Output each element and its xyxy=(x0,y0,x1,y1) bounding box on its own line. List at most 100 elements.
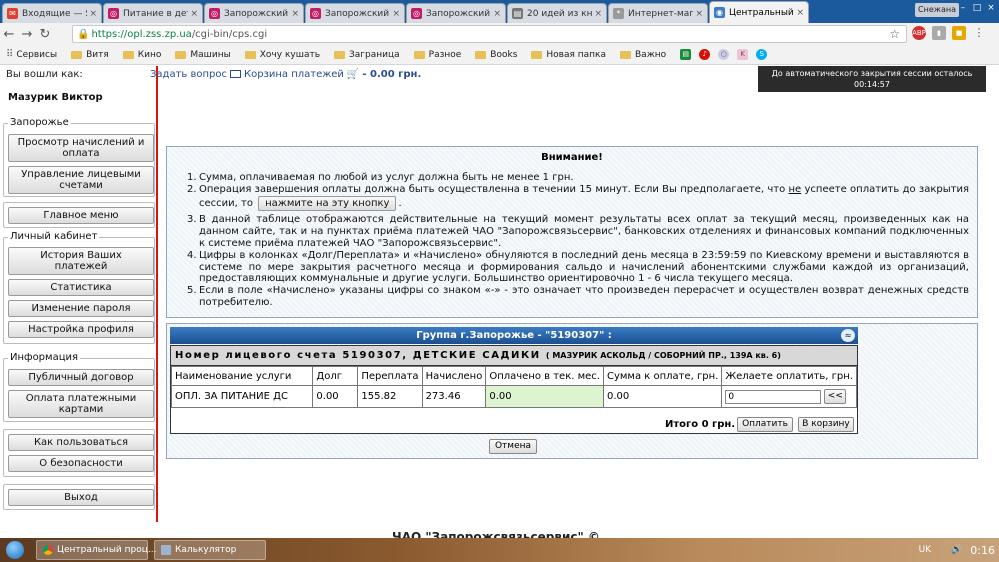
bookmark-folder-raznoe[interactable]: Разное xyxy=(413,50,461,60)
logout-button[interactable]: Выход xyxy=(8,489,154,506)
how-to-use-button[interactable]: Как пользоваться xyxy=(8,434,154,451)
tab-centralny[interactable]: ◉Центральный п× xyxy=(709,1,809,23)
language-indicator[interactable]: UK xyxy=(919,545,932,555)
payment-history-button[interactable]: История Ваших платежей xyxy=(8,247,154,275)
envelope-icon[interactable] xyxy=(230,70,241,78)
table-header-row: Наименование услуги Долг Переплата Начис… xyxy=(170,366,857,386)
bookmark-apps[interactable]: ⠿ Сервисы xyxy=(6,49,57,60)
tab-20-idei[interactable]: ▤ 20 идей из кни × xyxy=(507,3,607,23)
maximize-icon[interactable]: □ xyxy=(971,2,983,14)
bookmark-icon[interactable]: ▮ xyxy=(932,26,946,40)
mail-icon: ✉ xyxy=(7,8,18,19)
close-icon[interactable]: × xyxy=(89,9,97,19)
taskbar-calculator[interactable]: Калькулятор xyxy=(154,540,266,560)
list-item: 5. Если в поле «Начислено» указаны цифры … xyxy=(187,285,969,308)
start-button[interactable] xyxy=(0,538,30,562)
add-to-cart-button[interactable]: В корзину xyxy=(798,417,854,432)
tab-zaporozhsky-1[interactable]: ◎ Запорожский × xyxy=(204,3,304,23)
change-password-button[interactable]: Изменение пароля xyxy=(8,300,154,317)
taskbar-chrome[interactable]: Центральный проц... xyxy=(36,540,156,560)
page-icon: * xyxy=(613,8,624,19)
service-name: ОПЛ. ЗА ПИТАНИЕ ДС xyxy=(170,385,314,408)
close-icon[interactable]: × xyxy=(594,9,602,19)
extension-icon[interactable]: ■ xyxy=(952,26,966,40)
sidebar: Вы вошли как: Мазурик Виктор Запорожье П… xyxy=(0,66,158,522)
forward-icon[interactable]: → xyxy=(18,27,36,42)
card-payment-button[interactable]: Оплата платежными картами xyxy=(8,390,154,418)
close-icon[interactable]: × xyxy=(796,8,804,18)
bookmark-folder-mashiny[interactable]: Машины xyxy=(175,50,231,60)
tab-zaporozhsky-2[interactable]: ◎ Запорожский × xyxy=(305,3,405,23)
folder-icon xyxy=(475,50,487,59)
lastfm-icon[interactable]: ♪ xyxy=(699,49,711,60)
view-charges-button[interactable]: Просмотр начислений и оплата xyxy=(8,134,154,162)
lock-icon: 🔒 xyxy=(77,28,90,40)
paid-value: 0.00 xyxy=(485,385,604,408)
payment-amount-input[interactable]: 0 xyxy=(725,389,822,404)
clock[interactable]: 0:16 xyxy=(970,544,995,557)
star-icon[interactable]: ☆ xyxy=(889,27,900,41)
manage-accounts-button[interactable]: Управление лицевыми счетами xyxy=(8,166,154,194)
ask-question-link[interactable]: Задать вопрос xyxy=(150,69,227,80)
charged-value: 273.46 xyxy=(421,385,487,408)
profile-badge[interactable]: Снежана xyxy=(915,3,959,17)
volume-icon[interactable]: 🔊 xyxy=(951,545,962,555)
bookmark-folder-khochu[interactable]: Хочу кушать xyxy=(244,50,320,60)
profile-settings-button[interactable]: Настройка профиля xyxy=(8,321,154,338)
skype-icon[interactable]: S xyxy=(756,49,768,60)
bookmarks-bar: ⠿ Сервисы Витя Кино Машины Хочу кушать За… xyxy=(0,45,999,65)
pay-button[interactable]: Оплатить xyxy=(737,417,793,432)
back-icon[interactable]: ← xyxy=(0,27,18,42)
close-icon[interactable]: × xyxy=(493,9,501,19)
close-window-icon[interactable]: × xyxy=(985,2,997,14)
account-table: Номер лицевого счета 5190307, ДЕТСКИЕ СА… xyxy=(170,345,858,434)
to-pay-value: 0.00 xyxy=(602,385,723,408)
bookmark-folder-zagranitsa[interactable]: Заграница xyxy=(334,50,400,60)
browser-tab-bar: ✉Входящие — Ян× ◎Питание в детс× ◎Запоро… xyxy=(0,0,999,23)
bookmark-folder-new[interactable]: Новая папка xyxy=(531,50,606,60)
debt-value: 0.00 xyxy=(312,385,359,408)
reload-icon[interactable]: ↻ xyxy=(36,27,54,42)
apps-grid-icon: ⠿ xyxy=(6,49,14,60)
security-button[interactable]: О безопасности xyxy=(8,455,154,472)
extensions-area: ABP ▮ ■ ⋮ xyxy=(912,26,992,40)
close-icon[interactable]: × xyxy=(392,9,400,19)
minimize-icon[interactable]: – xyxy=(957,2,969,14)
page: Вы вошли как: Мазурик Виктор Запорожье П… xyxy=(0,66,999,538)
attention-box: Внимание! 1. Сумма, оплачиваемая по любой… xyxy=(166,146,978,318)
system-tray: UK 🔊 0:16 xyxy=(919,540,995,560)
abp-icon[interactable]: ABP xyxy=(912,26,926,40)
top-info: Задать вопрос Корзина платежей 🛒 - 0.00 грн… xyxy=(150,69,421,80)
bookmark-folder-kino[interactable]: Кино xyxy=(122,50,161,60)
sheets-icon[interactable]: ▤ xyxy=(680,49,692,60)
menu-icon[interactable]: ⋮ xyxy=(972,26,986,40)
k-bookmark-icon[interactable]: K xyxy=(737,49,749,60)
bookmark-folder-books[interactable]: Books xyxy=(475,50,517,60)
site-icon: ◎ xyxy=(209,8,220,19)
group-help: Как пользоваться О безопасности xyxy=(3,429,155,477)
main-menu-button[interactable]: Главное меню xyxy=(8,207,154,224)
statistics-button[interactable]: Статистика xyxy=(8,279,154,296)
close-icon[interactable]: × xyxy=(190,9,198,19)
folder-icon xyxy=(71,50,83,59)
tab-inbox[interactable]: ✉Входящие — Ян× xyxy=(2,3,102,23)
tab-internet-magazin[interactable]: *Интернет-магаз× xyxy=(608,3,708,23)
url-input[interactable]: 🔒 https://opl.zss.zp.ua/cgi-bin/cps.cgi … xyxy=(72,25,907,43)
user-name: Мазурик Виктор xyxy=(8,92,103,103)
fill-amount-button[interactable]: << xyxy=(824,389,847,404)
close-icon[interactable]: × xyxy=(695,9,703,19)
tab-pitanie[interactable]: ◎Питание в детс× xyxy=(103,3,203,23)
close-icon[interactable]: × xyxy=(291,9,299,19)
collapse-icon[interactable]: ≈ xyxy=(841,329,855,342)
cancel-button[interactable]: Отмена xyxy=(489,439,537,454)
group-header: Группа г.Запорожье - "5190307" : ≈ xyxy=(170,327,858,344)
cart-icon[interactable]: 🛒 xyxy=(347,69,359,80)
bookmark-folder-vitya[interactable]: Витя xyxy=(71,50,109,60)
extend-session-button[interactable]: нажмите на эту кнопку xyxy=(258,195,397,212)
site-bookmark-icon[interactable]: ○ xyxy=(718,49,730,60)
cart-link[interactable]: Корзина платежей xyxy=(244,69,344,80)
site-icon: ◎ xyxy=(310,8,321,19)
tab-zaporozhsky-3[interactable]: ◎ Запорожский × xyxy=(406,3,506,23)
bookmark-folder-vazhno[interactable]: Важно xyxy=(620,50,666,60)
public-contract-button[interactable]: Публичный договор xyxy=(8,369,154,386)
